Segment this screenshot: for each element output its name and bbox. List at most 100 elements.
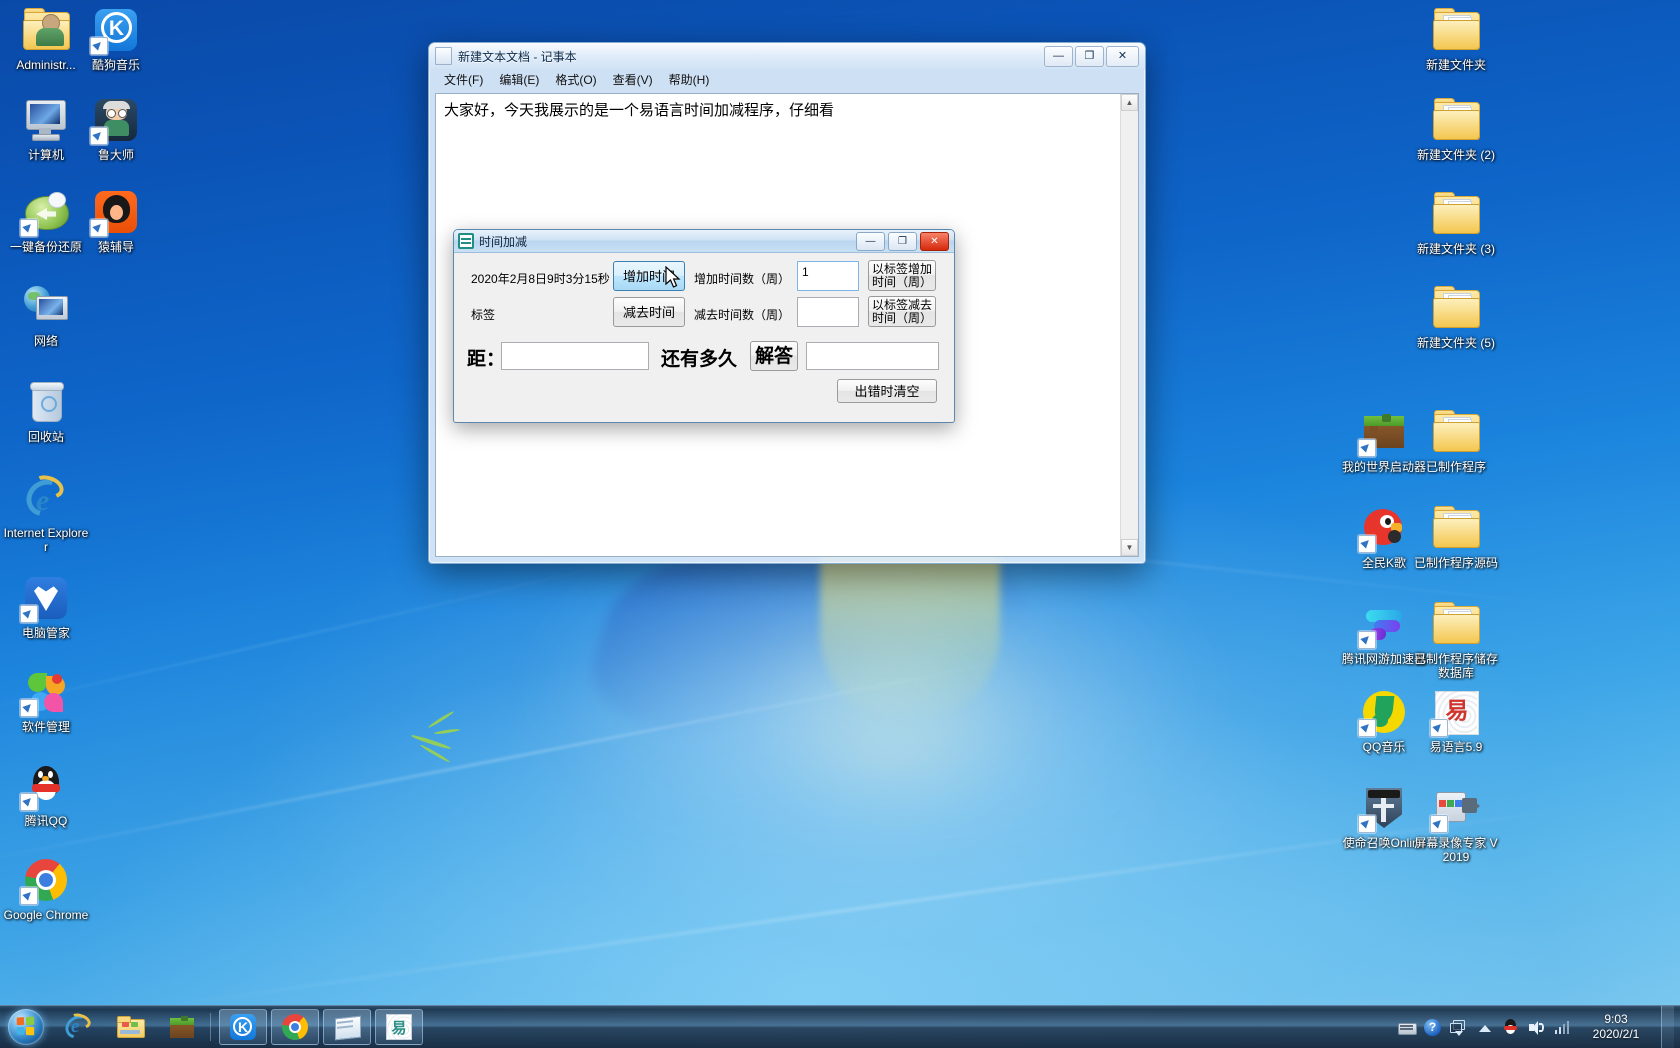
desktop-icon-pc-manager[interactable]: 电脑管家: [2, 574, 90, 640]
add-count-input[interactable]: 1: [797, 261, 859, 291]
desktop-icon-tencent-qq[interactable]: 腾讯QQ: [2, 762, 90, 828]
quanmin-ktv-icon: [1358, 504, 1408, 553]
subtract-count-input[interactable]: [797, 297, 859, 327]
taskbar-windows-explorer[interactable]: [106, 1009, 154, 1045]
icon-label: 已制作程序: [1425, 460, 1486, 474]
help-icon[interactable]: ?: [1424, 1018, 1441, 1036]
maximize-button[interactable]: ❐: [1075, 45, 1104, 67]
call-of-duty-online-icon: [1358, 784, 1408, 833]
answer-output[interactable]: [806, 342, 939, 370]
notepad-titlebar[interactable]: 新建文本文档 - 记事本 — ❐ ✕: [429, 43, 1145, 69]
volume-icon[interactable]: [1528, 1019, 1545, 1036]
time-calculator-dialog[interactable]: 时间加减 — ❐ ✕ 2020年2月8日9时3分15秒 增加时间 增加时间数（周…: [453, 229, 955, 423]
notepad-title: 新建文本文档 - 记事本: [458, 49, 577, 64]
scroll-down-icon[interactable]: ▼: [1121, 539, 1138, 556]
desktop-icon-folder-2[interactable]: 新建文件夹 (2): [1412, 96, 1500, 162]
clock-time: 9:03: [1604, 1012, 1628, 1026]
add-time-button[interactable]: 增加时间: [613, 261, 685, 291]
icon-label: 新建文件夹 (2): [1416, 148, 1495, 162]
icon-label: 已制作程序源码: [1413, 556, 1498, 570]
desktop-icon-network[interactable]: 网络: [2, 282, 90, 348]
menu-format[interactable]: 格式(O): [548, 70, 603, 89]
icon-label: 新建文件夹: [1425, 58, 1486, 72]
taskbar-google-chrome[interactable]: [271, 1009, 319, 1045]
recycle-bin-icon: [22, 378, 70, 426]
scroll-up-icon[interactable]: ▲: [1121, 94, 1138, 111]
show-desktop-button[interactable]: [1661, 1006, 1674, 1048]
subtract-time-button[interactable]: 减去时间: [613, 297, 685, 327]
dialog-close-button[interactable]: ✕: [920, 231, 949, 251]
icon-label: 软件管理: [21, 720, 70, 734]
folder-icon: [1432, 96, 1480, 144]
label-text: 标签: [471, 308, 496, 322]
system-tray: ? 9:03 2020/2/1: [1398, 1006, 1680, 1048]
answer-button[interactable]: 解答: [750, 341, 798, 371]
dialog-body: 2020年2月8日9时3分15秒 增加时间 增加时间数（周） 1 以标签增加时间…: [454, 252, 954, 422]
desktop-icon-internet-explorer[interactable]: e Internet Explorer: [2, 471, 90, 554]
desktop-icon-yuanfudao[interactable]: 猿辅导: [72, 188, 160, 254]
computer-icon: [22, 96, 70, 144]
desktop-icon-screen-recorder[interactable]: 屏幕录像专家 V2019: [1412, 784, 1500, 864]
menu-help[interactable]: 帮助(H): [662, 70, 717, 89]
taskbar-eyuyan[interactable]: 易: [375, 1009, 423, 1045]
show-hidden-icons-icon[interactable]: [1476, 1019, 1493, 1036]
desktop-icon-made-programs[interactable]: 已制作程序: [1412, 408, 1500, 474]
folder-icon: [1432, 6, 1480, 54]
notepad-scrollbar[interactable]: ▲ ▼: [1120, 94, 1138, 556]
clear-on-error-button[interactable]: 出错时清空: [837, 379, 937, 403]
internet-explorer-icon: e: [61, 1010, 95, 1043]
desktop-icon-ludashi[interactable]: 鲁大师: [72, 96, 160, 162]
menu-file[interactable]: 文件(F): [437, 70, 490, 89]
taskbar-kugou-music[interactable]: K: [219, 1009, 267, 1045]
desktop-icon-software-manager[interactable]: 软件管理: [2, 668, 90, 734]
desktop-icon-folder-3[interactable]: 新建文件夹 (3): [1412, 190, 1500, 256]
desktop-icon-made-programs-source[interactable]: 已制作程序源码: [1412, 504, 1500, 570]
screen-recorder-icon: [1430, 784, 1480, 833]
menu-view[interactable]: 查看(V): [606, 70, 660, 89]
add-by-label-button[interactable]: 以标签增加时间（周）: [868, 260, 936, 291]
dialog-maximize-button[interactable]: ❐: [888, 231, 917, 251]
keyboard-ime-icon[interactable]: [1398, 1019, 1417, 1036]
taskbar-notepad[interactable]: [323, 1009, 371, 1045]
wallpaper-glow-2: [760, 600, 1040, 820]
dialog-minimize-button[interactable]: —: [856, 231, 885, 251]
icon-label: 屏幕录像专家 V2019: [1414, 836, 1498, 864]
dialog-titlebar[interactable]: 时间加减 — ❐ ✕: [454, 230, 954, 253]
desktop-icon-folder-1[interactable]: 新建文件夹: [1412, 6, 1500, 72]
how-long-label: 还有多久: [661, 349, 738, 370]
internet-explorer-icon: e: [19, 471, 73, 524]
dialog-window-buttons: — ❐ ✕: [856, 231, 950, 251]
desktop-icon-google-chrome[interactable]: Google Chrome: [2, 856, 90, 922]
distance-input[interactable]: [501, 342, 649, 370]
taskbar[interactable]: e K 易 ? 9:03 2020/2/1: [0, 1005, 1680, 1048]
software-manager-icon: [20, 668, 70, 717]
desktop-icon-folder-5[interactable]: 新建文件夹 (5): [1412, 284, 1500, 350]
network-signal-icon[interactable]: [1554, 1019, 1571, 1036]
desktop-icon-made-programs-db[interactable]: 已制作程序储存数据库: [1412, 600, 1500, 680]
taskbar-internet-explorer[interactable]: e: [54, 1009, 102, 1045]
start-button[interactable]: [2, 1007, 50, 1047]
subtract-by-label-button[interactable]: 以标签减去时间（周）: [868, 296, 936, 327]
close-button[interactable]: ✕: [1106, 45, 1139, 67]
tencent-qq-tray-icon[interactable]: [1502, 1018, 1519, 1036]
add-count-label: 增加时间数（周）: [694, 272, 791, 286]
window-switch-icon[interactable]: [1450, 1019, 1467, 1036]
desktop-icon-recycle-bin[interactable]: 回收站: [2, 378, 90, 444]
windows-explorer-icon: [116, 1013, 145, 1041]
eyuyan-icon: 易: [385, 1013, 413, 1041]
clock-date: 2020/2/1: [1592, 1027, 1640, 1041]
windows-logo-icon: [8, 1009, 44, 1045]
notepad-icon: [333, 1013, 361, 1041]
taskbar-clock[interactable]: 9:03 2020/2/1: [1580, 1012, 1652, 1042]
desktop-icon-kugou-music[interactable]: K 酷狗音乐: [72, 6, 160, 72]
pc-manager-icon: [20, 574, 70, 623]
minecraft-icon: [168, 1013, 196, 1041]
menu-edit[interactable]: 编辑(E): [492, 70, 546, 89]
folder-icon: [1432, 284, 1480, 332]
minimize-button[interactable]: —: [1044, 45, 1073, 67]
desktop-icon-eyuyan[interactable]: 易 易语言5.9: [1412, 688, 1500, 754]
taskbar-minecraft[interactable]: [158, 1009, 206, 1045]
icon-label: 回收站: [27, 430, 64, 444]
taskbar-divider: [210, 1013, 211, 1041]
wallpaper-grass: [400, 700, 520, 770]
